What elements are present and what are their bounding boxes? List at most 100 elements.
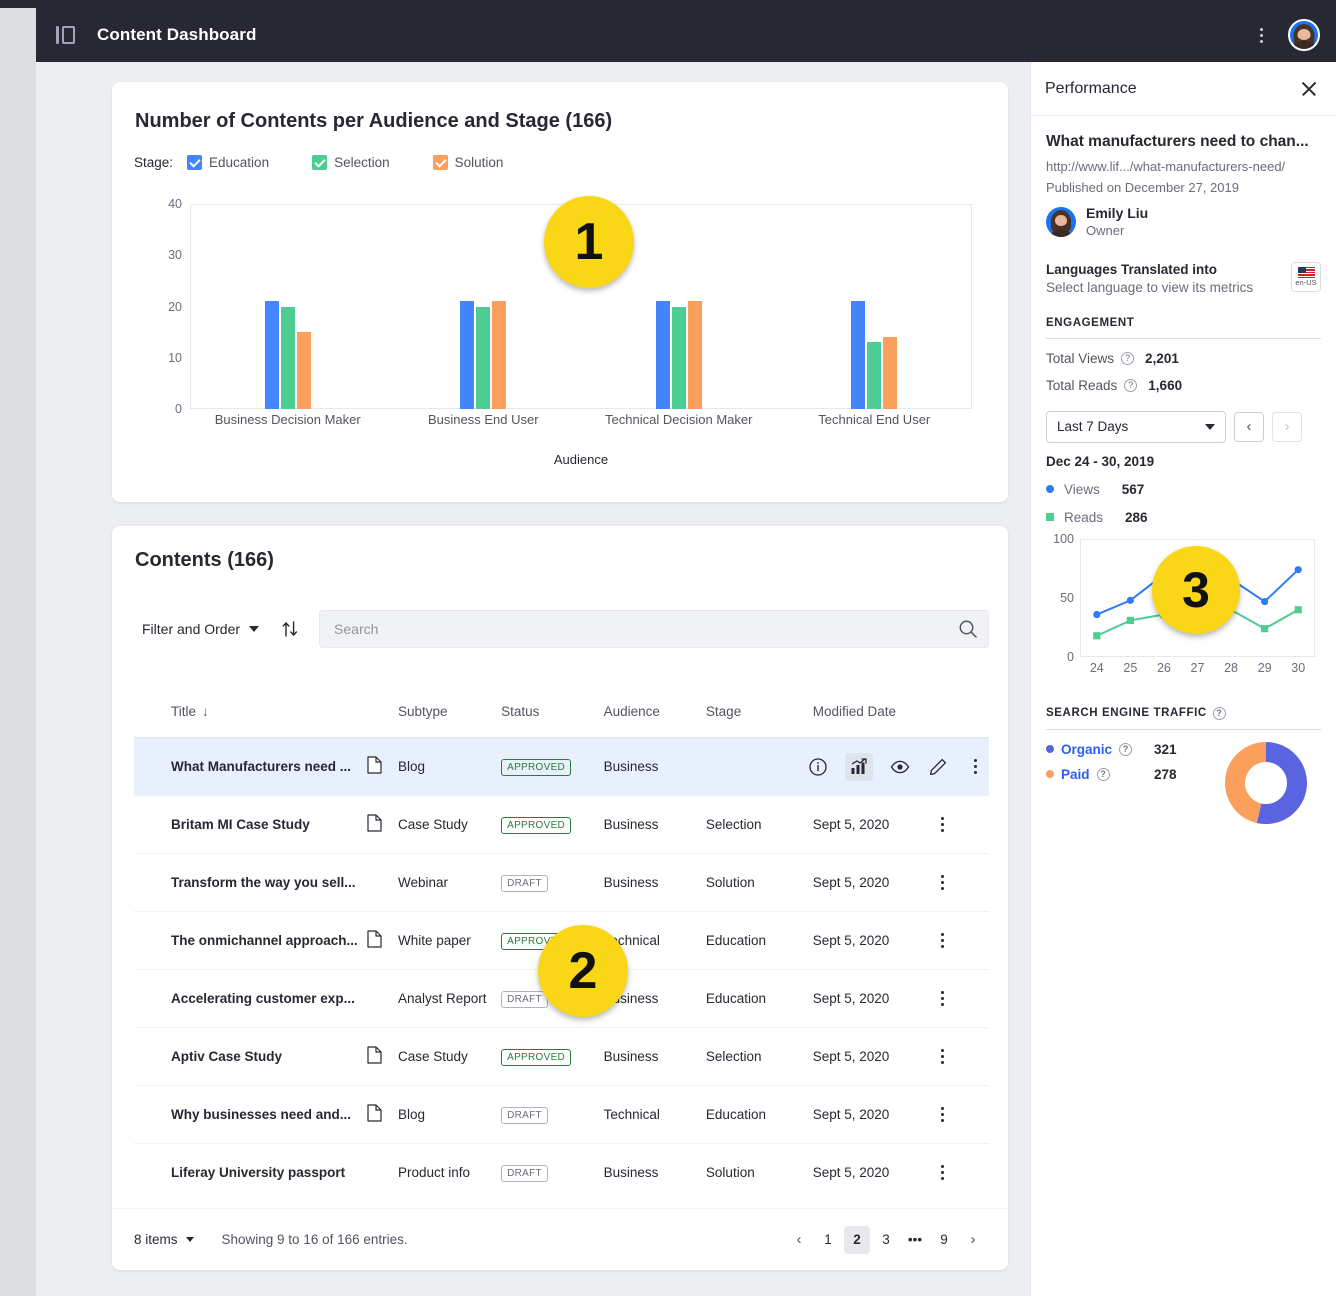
panel-toggle-icon[interactable] [56, 25, 75, 45]
date-range-row: Last 7 Days ‹ › [1046, 411, 1321, 443]
kebab-menu-icon[interactable] [933, 1047, 953, 1067]
bar-solution[interactable] [492, 301, 506, 409]
pagination-page-2[interactable]: 2 [844, 1226, 870, 1254]
cell-title[interactable]: Britam MI Case Study [134, 796, 367, 854]
reads-legend-row: Reads 286 [1046, 510, 1321, 525]
table-row[interactable]: Why businesses need and...BlogDRAFTTechn… [134, 1086, 989, 1144]
cell-title[interactable]: Why businesses need and... [134, 1086, 367, 1144]
bar-group [777, 204, 973, 409]
line-x-tick: 26 [1157, 661, 1171, 675]
date-range-select[interactable]: Last 7 Days [1046, 411, 1226, 443]
pagination-page-3[interactable]: 3 [873, 1226, 899, 1254]
date-range-next-button[interactable]: › [1272, 412, 1302, 442]
engagement-section-title: ENGAGEMENT [1046, 317, 1321, 329]
cell-title[interactable]: Transform the way you sell... [134, 854, 367, 912]
sort-updown-icon[interactable] [279, 618, 301, 640]
bar-solution[interactable] [688, 301, 702, 409]
bar-education[interactable] [656, 301, 670, 409]
kebab-menu-icon[interactable] [933, 1163, 953, 1183]
bar-education[interactable] [851, 301, 865, 409]
paid-value: 278 [1154, 767, 1177, 782]
left-gutter [0, 8, 36, 1296]
bar-education[interactable] [460, 301, 474, 409]
help-icon[interactable]: ? [1119, 743, 1132, 756]
filter-and-order-button[interactable]: Filter and Order [134, 615, 267, 643]
analytics-icon[interactable] [845, 753, 873, 781]
kebab-menu-icon[interactable] [933, 989, 953, 1009]
contents-title: Contents (166) [135, 549, 274, 572]
search-input[interactable] [319, 610, 989, 648]
document-url[interactable]: http://www.lif.../what-manufacturers-nee… [1046, 159, 1321, 174]
help-icon[interactable]: ? [1121, 352, 1134, 365]
cell-status: APPROVED [501, 1028, 604, 1086]
table-row[interactable]: Transform the way you sell...WebinarDRAF… [134, 854, 989, 912]
cell-row-actions [706, 738, 989, 796]
kebab-menu-icon[interactable] [933, 1105, 953, 1125]
bar-selection[interactable] [476, 307, 490, 410]
performance-panel-body: What manufacturers need to chan... http:… [1031, 116, 1336, 832]
table-row[interactable]: Britam MI Case StudyCase StudyAPPROVEDBu… [134, 796, 989, 854]
table-row[interactable]: Aptiv Case StudyCase StudyAPPROVEDBusine… [134, 1028, 989, 1086]
language-flag-button[interactable]: en-US [1291, 262, 1321, 292]
bar-solution[interactable] [297, 332, 311, 409]
column-header-subtype[interactable]: Subtype [398, 694, 501, 738]
column-header-audience[interactable]: Audience [604, 694, 706, 738]
column-header-status[interactable]: Status [501, 694, 604, 738]
checkbox-education[interactable] [187, 155, 202, 170]
kebab-menu-icon[interactable] [933, 931, 953, 951]
date-range-prev-button[interactable]: ‹ [1234, 412, 1264, 442]
status-badge: DRAFT [501, 875, 548, 892]
legend-item-solution[interactable]: Solution [433, 155, 504, 170]
close-icon[interactable] [1298, 78, 1320, 100]
table-row[interactable]: What Manufacturers need ...BlogAPPROVEDB… [134, 738, 989, 796]
legend-item-selection[interactable]: Selection [312, 155, 390, 170]
organic-label[interactable]: Organic [1061, 742, 1112, 757]
total-reads-value: 1,660 [1148, 378, 1182, 393]
cell-title[interactable]: What Manufacturers need ... [134, 738, 367, 796]
line-x-tick: 25 [1123, 661, 1137, 675]
cell-title[interactable]: Accelerating customer exp... [134, 970, 367, 1028]
cell-title[interactable]: Liferay University passport [134, 1144, 367, 1202]
items-per-page-select[interactable]: 8 items [134, 1232, 194, 1247]
kebab-menu-icon[interactable] [1252, 25, 1270, 45]
search-icon[interactable] [957, 618, 979, 640]
column-header-modified-date[interactable]: Modified Date [813, 694, 933, 738]
column-header-stage[interactable]: Stage [706, 694, 813, 738]
checkbox-selection[interactable] [312, 155, 327, 170]
edit-pencil-icon[interactable] [927, 756, 949, 778]
bar-solution[interactable] [883, 337, 897, 409]
help-icon[interactable]: ? [1097, 768, 1110, 781]
paid-label[interactable]: Paid [1061, 767, 1090, 782]
column-header-title[interactable]: Title↓ [134, 694, 367, 738]
cell-actions [933, 1086, 989, 1144]
cell-title[interactable]: The onmichannel approach... [134, 912, 367, 970]
help-icon[interactable]: ? [1124, 379, 1137, 392]
legend-item-education[interactable]: Education [187, 155, 269, 170]
cell-title[interactable]: Aptiv Case Study [134, 1028, 367, 1086]
table-row[interactable]: Liferay University passportProduct infoD… [134, 1144, 989, 1202]
pagination-next-button[interactable]: › [960, 1226, 986, 1254]
info-icon[interactable] [807, 756, 829, 778]
views-legend-dot-icon [1046, 485, 1054, 493]
avatar[interactable] [1288, 19, 1320, 51]
date-range-value: Last 7 Days [1057, 419, 1128, 434]
pagination-prev-button[interactable]: ‹ [786, 1226, 812, 1254]
views-legend-label: Views [1064, 482, 1100, 497]
pagination-page-•••[interactable]: ••• [902, 1226, 928, 1254]
kebab-menu-icon[interactable] [933, 815, 953, 835]
column-header-type-icon [367, 694, 398, 738]
bar-selection[interactable] [867, 342, 881, 409]
cell-type-icon [367, 970, 398, 1028]
pagination-page-9[interactable]: 9 [931, 1226, 957, 1254]
bar-education[interactable] [265, 301, 279, 409]
performance-panel-title: Performance [1045, 80, 1137, 98]
kebab-menu-icon[interactable] [965, 757, 985, 777]
bar-selection[interactable] [672, 307, 686, 410]
pagination-page-1[interactable]: 1 [815, 1226, 841, 1254]
kebab-menu-icon[interactable] [933, 873, 953, 893]
preview-eye-icon[interactable] [889, 756, 911, 778]
checkbox-solution[interactable] [433, 155, 448, 170]
bar-selection[interactable] [281, 307, 295, 410]
cell-modified-date: Sept 5, 2020 [813, 970, 933, 1028]
help-icon[interactable]: ? [1213, 707, 1226, 720]
